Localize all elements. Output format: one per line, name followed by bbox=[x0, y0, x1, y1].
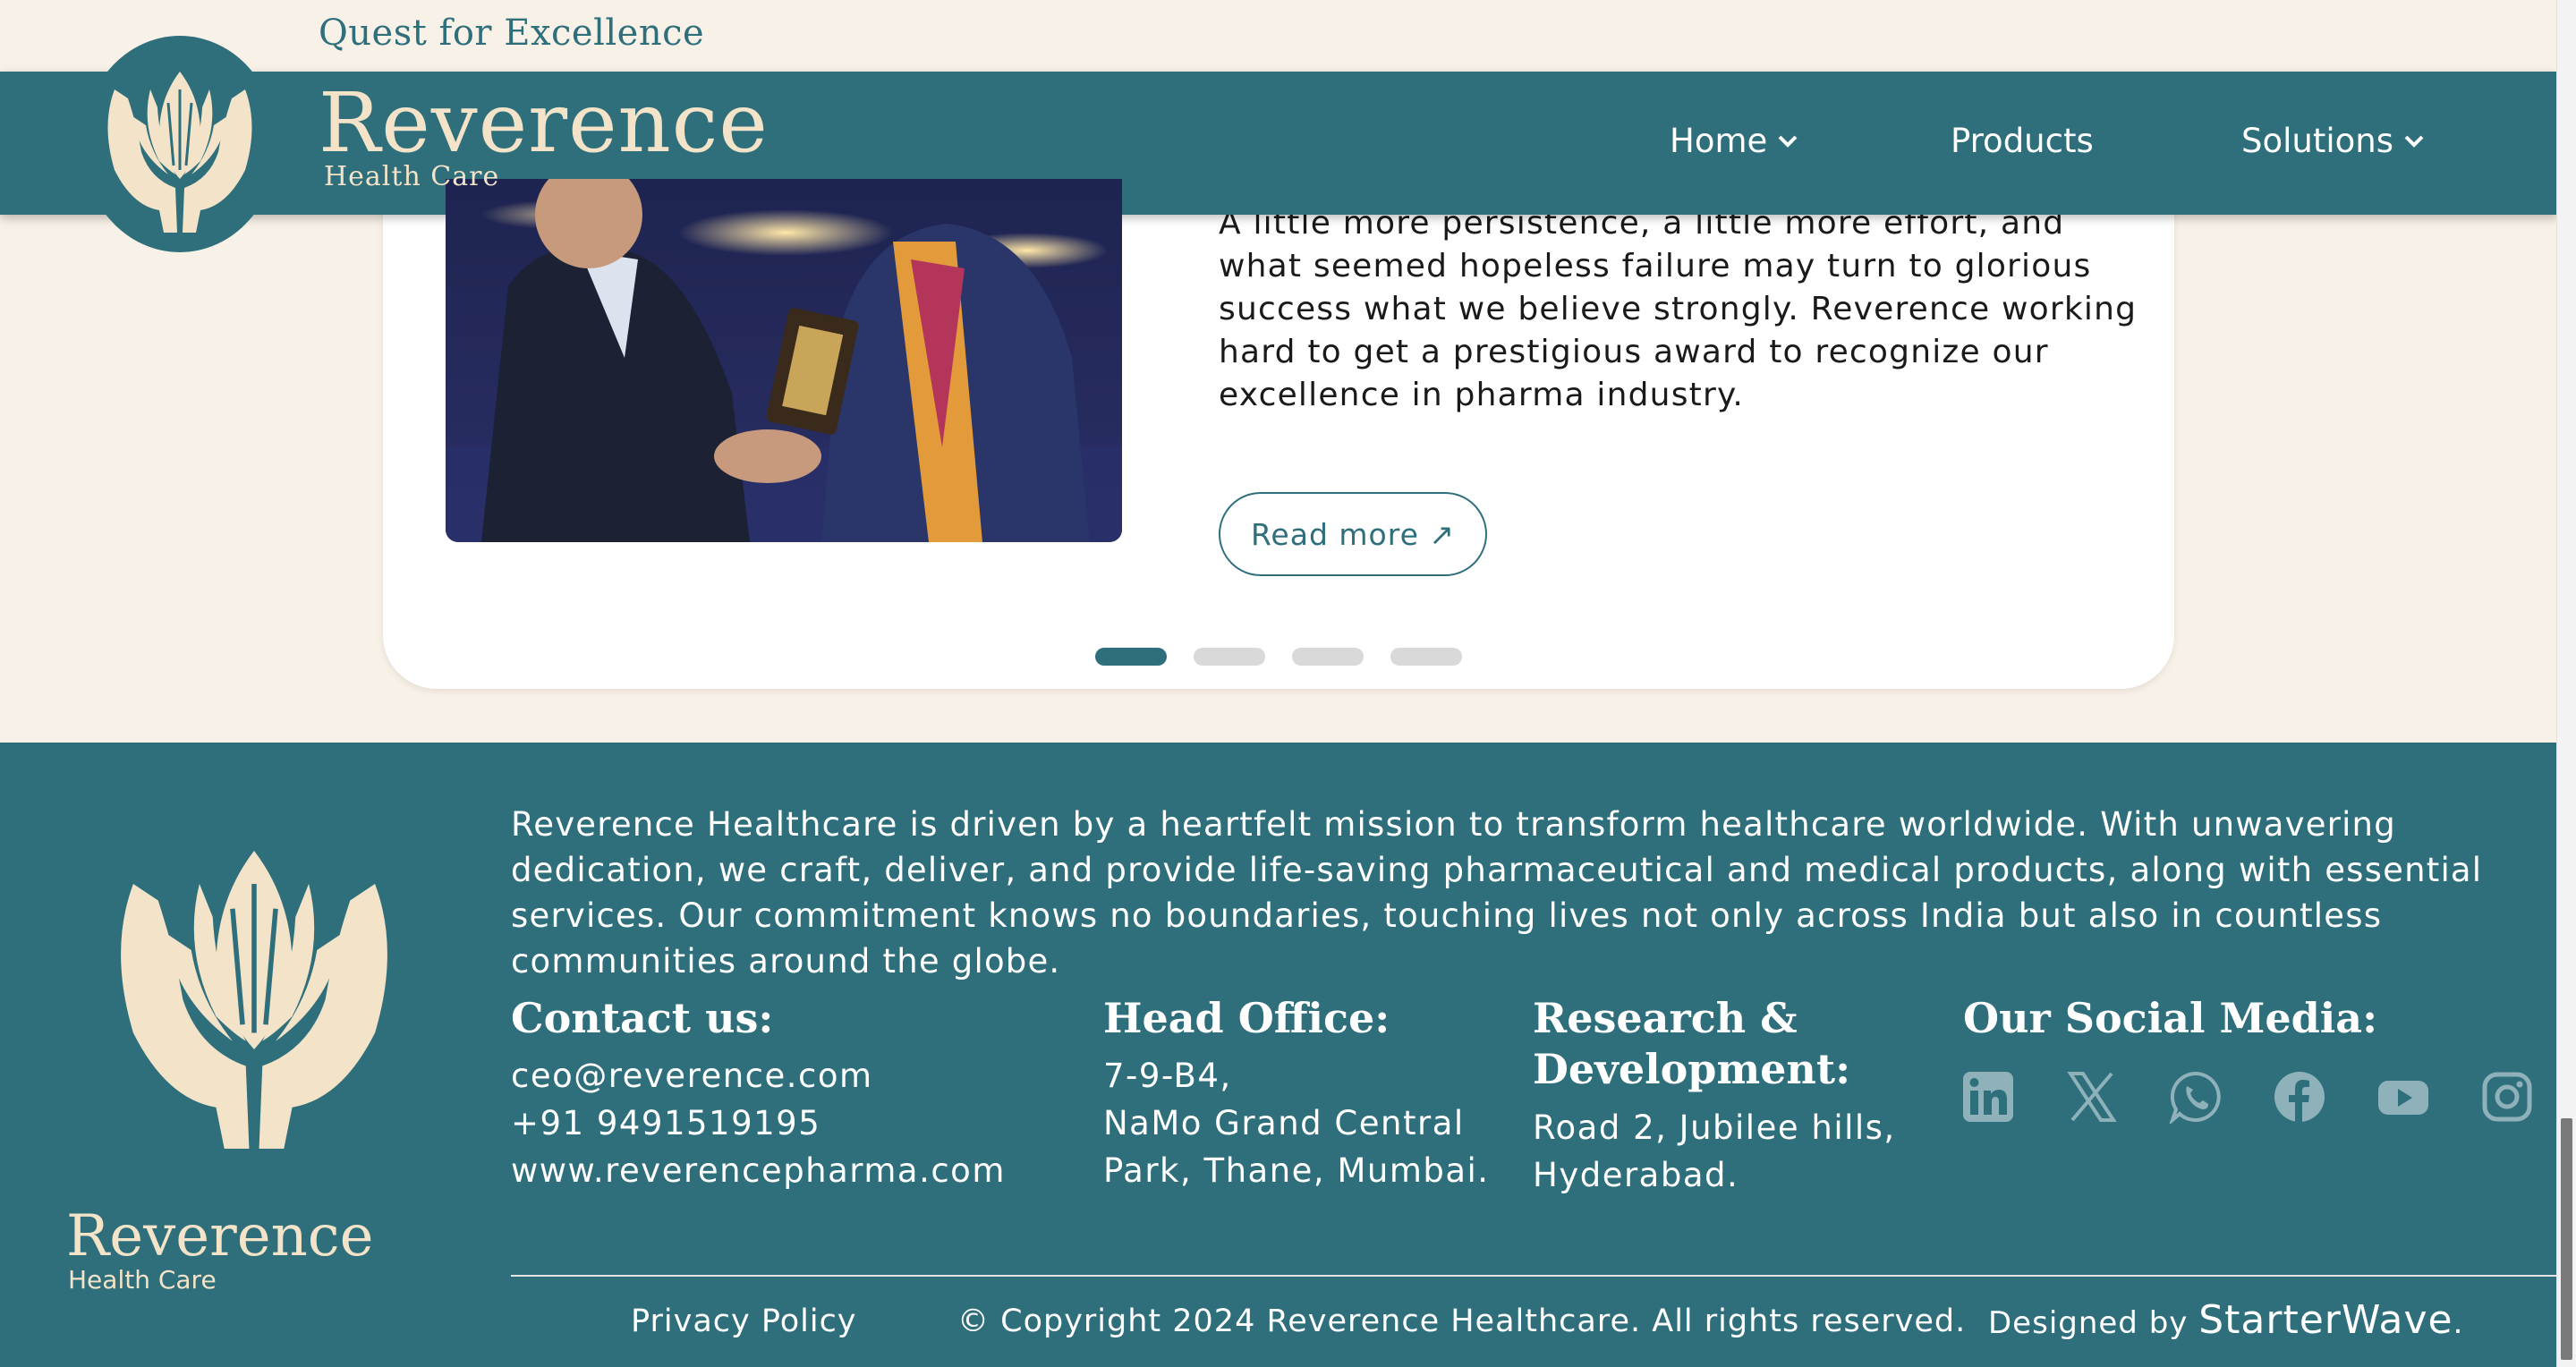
tagline: Quest for Excellence bbox=[319, 13, 705, 54]
nav-products[interactable]: Products bbox=[1951, 122, 2094, 160]
carousel-dot-1[interactable] bbox=[1095, 648, 1167, 666]
chevron-down-icon bbox=[1778, 135, 1798, 148]
head-office-title: Head Office: bbox=[1103, 994, 1390, 1042]
footer-logo bbox=[93, 818, 415, 1152]
head-office-line: Park, Thane, Mumbai. bbox=[1103, 1151, 1490, 1190]
footer-brand-name: Reverence bbox=[66, 1203, 374, 1269]
linkedin-icon[interactable] bbox=[1961, 1070, 2015, 1124]
whatsapp-icon[interactable] bbox=[2169, 1070, 2223, 1124]
carousel-dot-4[interactable] bbox=[1390, 648, 1462, 666]
nav-home-label: Home bbox=[1670, 122, 1768, 160]
rnd-line: Road 2, Jubilee hills, bbox=[1533, 1108, 1896, 1147]
contact-title: Contact us: bbox=[511, 994, 774, 1042]
privacy-policy-link[interactable]: Privacy Policy bbox=[631, 1303, 857, 1339]
head-office-line: 7-9-B4, bbox=[1103, 1057, 1232, 1095]
footer-brand-sub: Health Care bbox=[68, 1265, 217, 1295]
header-logo[interactable] bbox=[82, 36, 277, 252]
nav-home[interactable]: Home bbox=[1670, 122, 1798, 160]
head-office-line: NaMo Grand Central bbox=[1103, 1104, 1465, 1142]
contact-email[interactable]: ceo@reverence.com bbox=[511, 1052, 873, 1100]
nav-solutions-label: Solutions bbox=[2241, 122, 2394, 160]
hands-lotus-logo-icon bbox=[107, 72, 252, 233]
carousel-pagination bbox=[1095, 648, 1462, 666]
rnd-title-line2: Development: bbox=[1533, 1045, 1851, 1093]
contact-website[interactable]: www.reverencepharma.com bbox=[511, 1147, 1006, 1194]
carousel-dot-2[interactable] bbox=[1194, 648, 1265, 666]
award-photo bbox=[446, 179, 1122, 542]
social-icons bbox=[1961, 1070, 2534, 1124]
rnd-title-line1: Research & bbox=[1533, 994, 1798, 1042]
designed-by-prefix: Designed by bbox=[1988, 1305, 2189, 1341]
contact-phone[interactable]: +91 9491519195 bbox=[511, 1100, 820, 1147]
mission-statement: Reverence Healthcare is driven by a hear… bbox=[511, 805, 2483, 981]
facebook-icon[interactable] bbox=[2273, 1070, 2326, 1124]
carousel-text: A little more persistence, a little more… bbox=[1219, 205, 2138, 413]
header-brand-name[interactable]: Reverence bbox=[319, 82, 769, 165]
page-scrollbar[interactable] bbox=[2556, 0, 2576, 1367]
designed-by-suffix: . bbox=[2453, 1305, 2464, 1341]
youtube-icon[interactable] bbox=[2376, 1070, 2430, 1124]
header-brand-sub: Health Care bbox=[324, 161, 500, 192]
award-ceremony-image bbox=[446, 179, 1122, 542]
x-icon[interactable] bbox=[2065, 1070, 2119, 1124]
social-title: Our Social Media: bbox=[1963, 994, 2378, 1042]
scrollbar-thumb[interactable] bbox=[2561, 1118, 2572, 1360]
footer-divider bbox=[511, 1275, 2557, 1277]
designed-by: Designed by StarterWave. bbox=[1988, 1297, 2463, 1343]
hands-lotus-logo-icon bbox=[121, 851, 387, 1149]
copyright-text: © Copyright 2024 Reverence Healthcare. A… bbox=[957, 1303, 1967, 1339]
carousel-dot-3[interactable] bbox=[1292, 648, 1364, 666]
nav-products-label: Products bbox=[1951, 122, 2094, 160]
designer-link[interactable]: StarterWave bbox=[2198, 1297, 2453, 1343]
read-more-button[interactable]: Read more ↗ bbox=[1219, 492, 1487, 576]
chevron-down-icon bbox=[2404, 135, 2424, 148]
rnd-line: Hyderabad. bbox=[1533, 1156, 1739, 1194]
nav-solutions[interactable]: Solutions bbox=[2241, 122, 2424, 160]
instagram-icon[interactable] bbox=[2480, 1070, 2534, 1124]
